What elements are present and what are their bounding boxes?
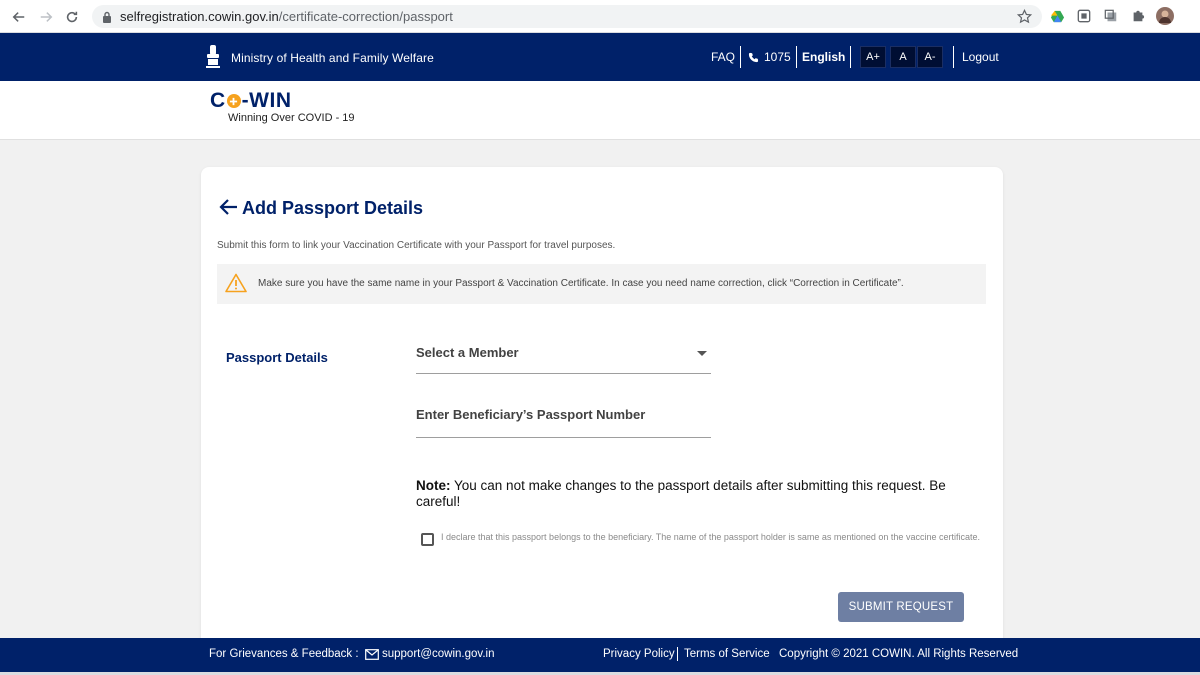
star-icon[interactable]: [1016, 8, 1032, 24]
logo-tagline: Winning Over COVID - 19: [228, 112, 355, 124]
address-bar[interactable]: selfregistration.cowin.gov.in/certificat…: [92, 5, 1042, 28]
grievance-label: For Grievances & Feedback :: [209, 648, 359, 660]
mail-icon: [365, 649, 379, 660]
font-increase-button[interactable]: A+: [860, 46, 886, 68]
national-emblem-icon: [203, 43, 223, 71]
helpline-number: 1075: [764, 50, 791, 64]
note-text: Note: You can not make changes to the pa…: [416, 478, 976, 510]
form-subtitle: Submit this form to link your Vaccinatio…: [217, 240, 616, 251]
lock-icon: [103, 11, 111, 23]
back-icon[interactable]: [10, 8, 28, 26]
language-selector[interactable]: English: [802, 33, 845, 81]
note-label: Note:: [416, 478, 451, 493]
declaration-text: I declare that this passport belongs to …: [441, 532, 980, 542]
terms-of-service-link[interactable]: Terms of Service: [684, 648, 770, 660]
screen-extension-icon[interactable]: [1076, 8, 1092, 24]
chevron-down-icon: [697, 351, 707, 356]
profile-avatar[interactable]: [1156, 7, 1174, 25]
logout-link[interactable]: Logout: [962, 33, 999, 81]
site-footer: For Grievances & Feedback : support@cowi…: [0, 638, 1200, 672]
section-label: Passport Details: [226, 350, 328, 365]
divider: [677, 647, 678, 661]
divider: [850, 46, 851, 68]
url-host: selfregistration.cowin.gov.in: [120, 9, 279, 24]
cowin-logo[interactable]: C -WIN: [210, 89, 292, 113]
passport-number-input[interactable]: [416, 401, 711, 422]
copyright-text: Copyright © 2021 COWIN. All Rights Reser…: [779, 648, 1019, 660]
phone-icon: [748, 52, 759, 62]
declaration-checkbox[interactable]: [421, 533, 434, 546]
font-normal-button[interactable]: A: [890, 46, 916, 68]
submit-request-button[interactable]: SUBMIT REQUEST: [838, 592, 964, 622]
passport-number-field[interactable]: [416, 401, 711, 438]
forward-icon[interactable]: [37, 8, 55, 26]
support-email-link[interactable]: support@cowin.gov.in: [382, 648, 494, 660]
logo-text-left: C: [210, 89, 226, 112]
helpline-link[interactable]: 1075: [748, 33, 791, 81]
faq-link[interactable]: FAQ: [711, 33, 735, 81]
font-decrease-button[interactable]: A-: [917, 46, 943, 68]
ministry-name: Ministry of Health and Family Welfare: [231, 51, 434, 65]
reload-icon[interactable]: [63, 8, 81, 26]
logo-band: C -WIN Winning Over COVID - 19: [0, 81, 1200, 140]
member-select[interactable]: Select a Member: [416, 337, 711, 374]
member-select-label: Select a Member: [416, 345, 519, 360]
browser-toolbar: selfregistration.cowin.gov.in/certificat…: [0, 0, 1200, 33]
logo-text-right: -WIN: [241, 89, 292, 112]
page-title: Add Passport Details: [242, 198, 424, 218]
passport-form-card: Add Passport Details Submit this form to…: [201, 167, 1003, 657]
warning-text: Make sure you have the same name in your…: [258, 278, 904, 289]
drive-extension-icon[interactable]: [1049, 8, 1065, 24]
note-body: You can not make changes to the passport…: [416, 478, 946, 509]
divider: [796, 46, 797, 68]
url-path: /certificate-correction/passport: [278, 9, 453, 24]
back-arrow-icon[interactable]: [219, 197, 239, 217]
puzzle-extensions-icon[interactable]: [1130, 8, 1146, 24]
privacy-policy-link[interactable]: Privacy Policy: [603, 648, 675, 660]
warning-icon: [225, 273, 247, 293]
divider: [740, 46, 741, 68]
divider: [953, 46, 954, 68]
site-header: Ministry of Health and Family Welfare FA…: [0, 33, 1200, 81]
warning-banner: Make sure you have the same name in your…: [217, 264, 986, 304]
copy-extension-icon[interactable]: [1103, 8, 1119, 24]
logo-plus-icon: [226, 94, 241, 108]
